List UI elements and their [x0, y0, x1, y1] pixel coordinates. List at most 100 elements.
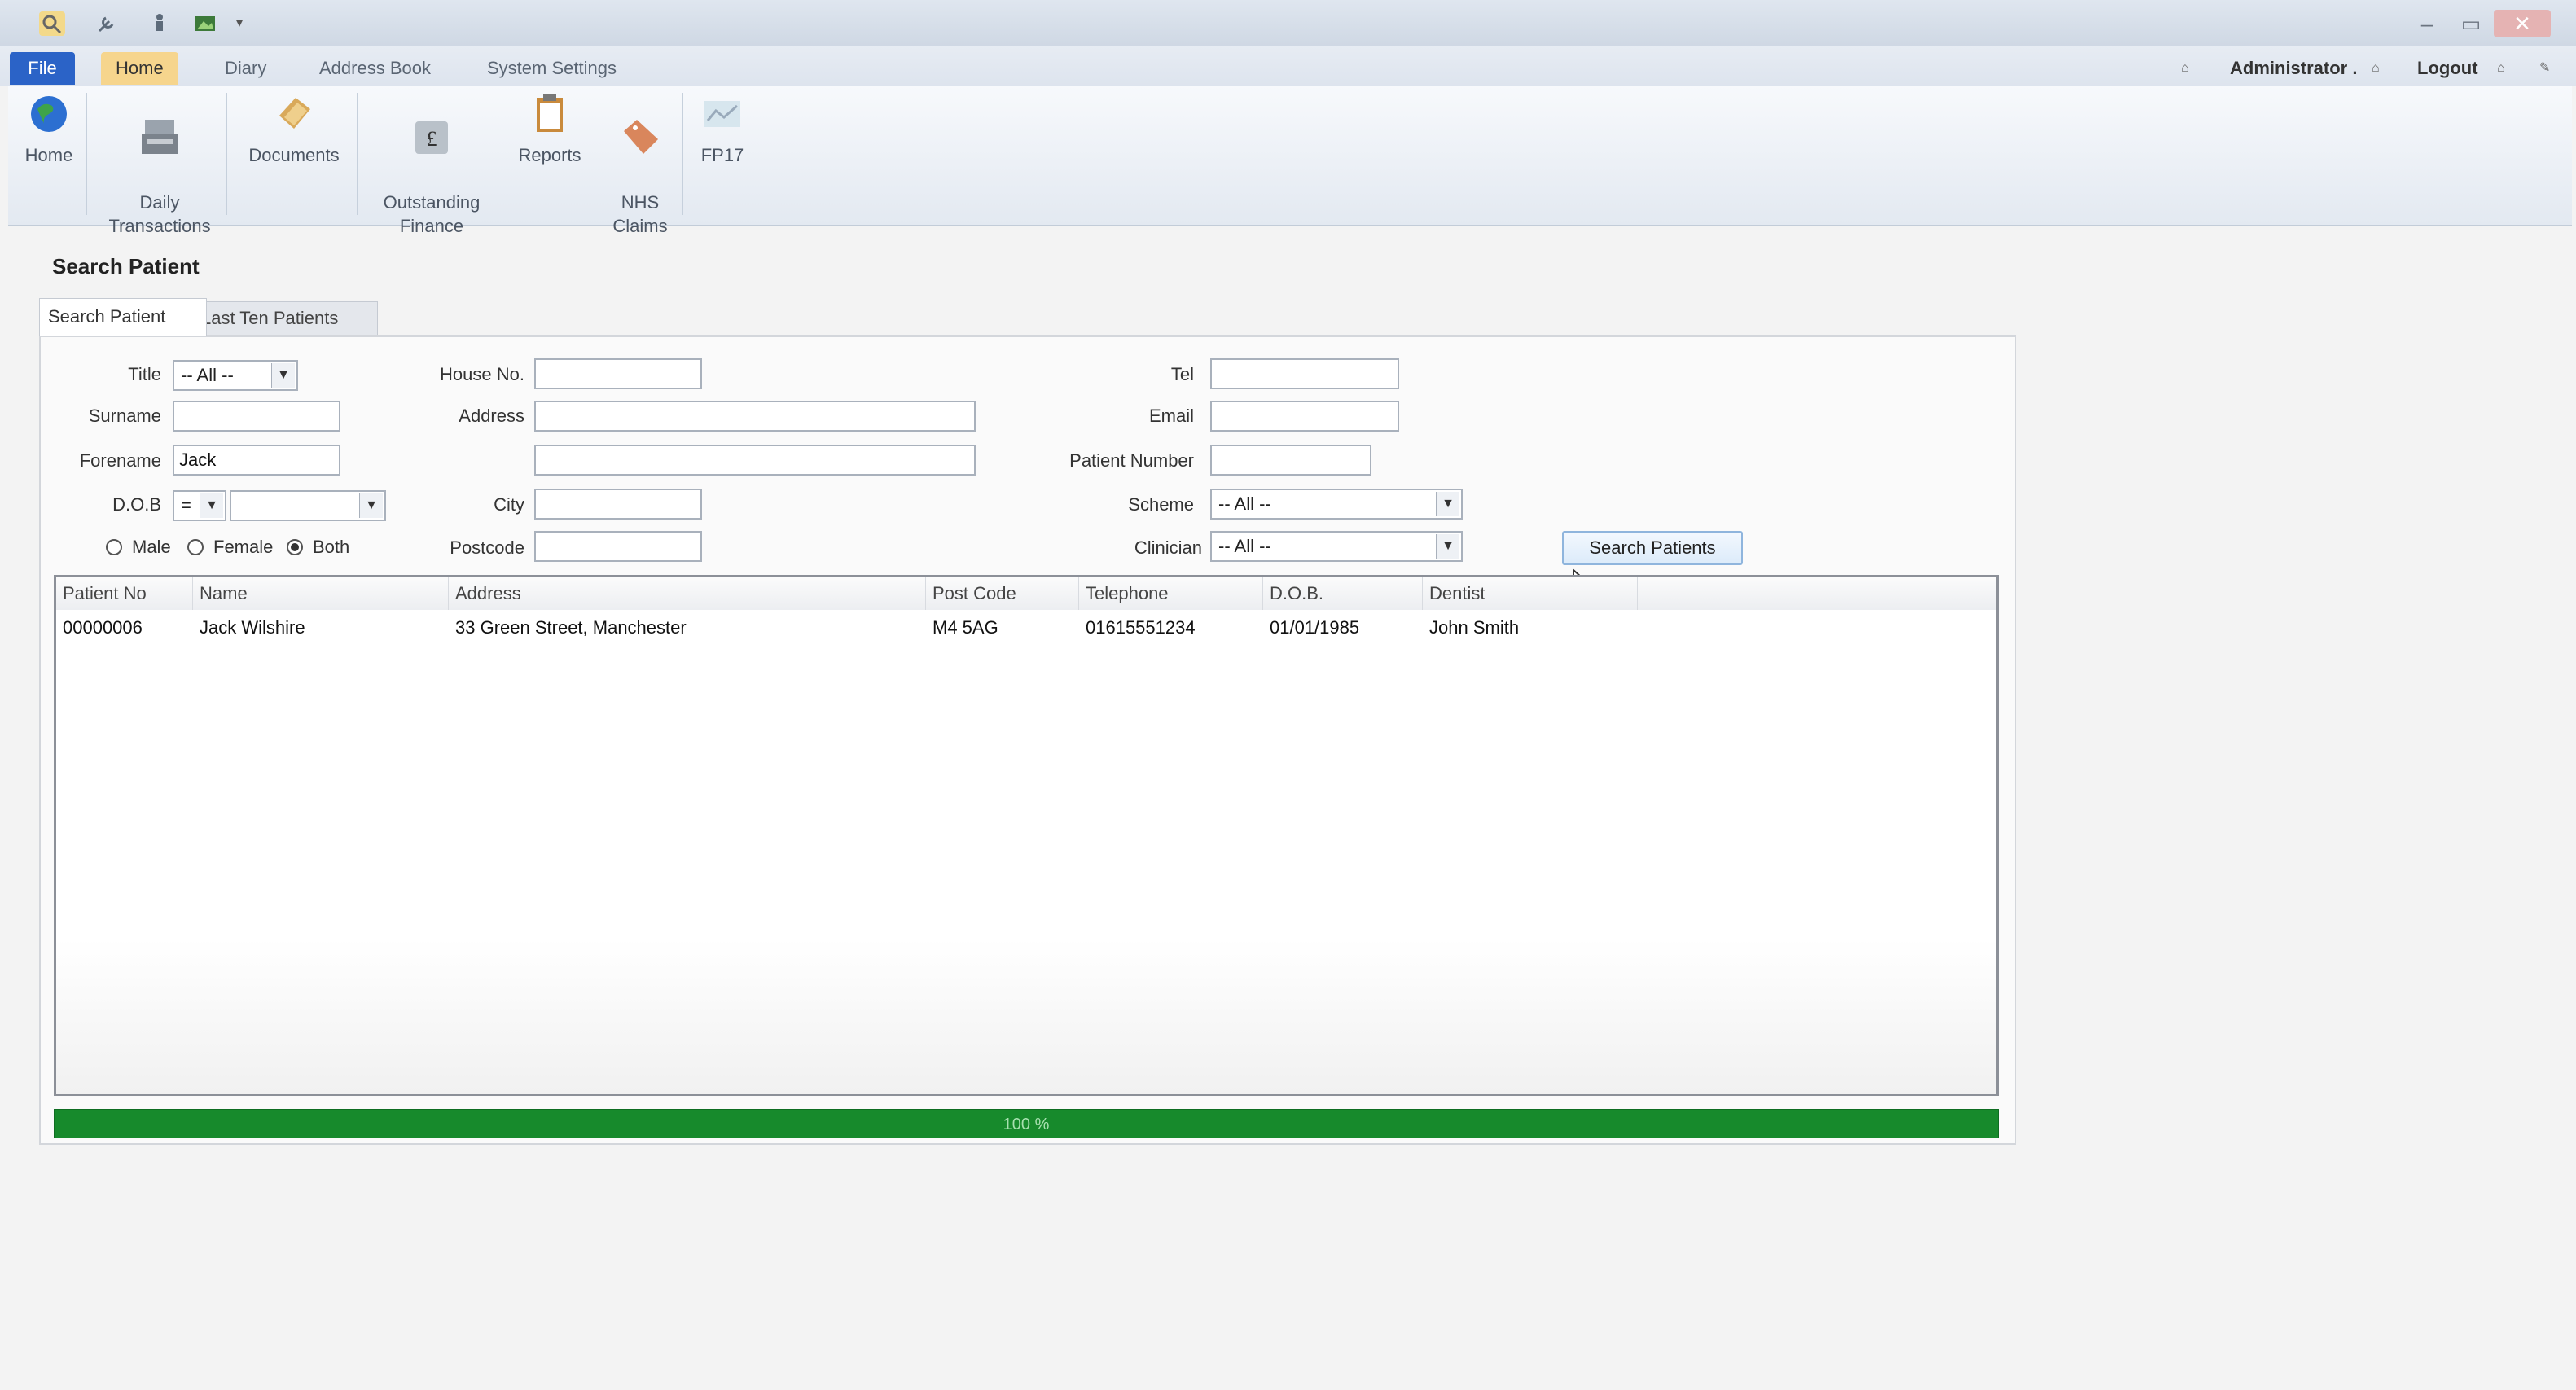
tel-label: Tel [1170, 364, 1194, 384]
ribbon-nhs-claims-button[interactable]: NHS Claims [599, 91, 681, 238]
user-menu[interactable]: Administrator . [2230, 52, 2357, 85]
results-grid[interactable]: Patient No Name Address Post Code Teleph… [54, 575, 1999, 1096]
person-icon[interactable] [147, 11, 173, 36]
ribbon-reports-button[interactable]: Reports [505, 91, 595, 167]
page-title: Search Patient [52, 254, 200, 278]
cell-dentist: John Smith [1429, 617, 1520, 638]
ribbon-separator [226, 93, 227, 215]
chevron-down-icon[interactable]: ▼ [1436, 534, 1459, 559]
title-select[interactable]: -- All -- ▼ [173, 360, 298, 391]
ribbon-label-nhs-claims: NHS Claims [612, 192, 668, 236]
ribbon-tab-bar: File Home Diary Address Book System Sett… [0, 46, 2576, 86]
surname-input[interactable] [173, 401, 340, 432]
search-patients-button[interactable]: Search Patients [1562, 531, 1743, 565]
title-label: Title [128, 364, 161, 384]
tab-address-book[interactable]: Address Book [305, 52, 445, 85]
picture-icon[interactable] [192, 11, 218, 36]
column-header-address[interactable]: Address [449, 577, 926, 610]
scheme-select[interactable]: -- All -- ▼ [1210, 489, 1463, 520]
globe-icon [31, 96, 67, 132]
tab-file[interactable]: File [10, 52, 75, 85]
ribbon-fp17-button[interactable]: FP17 [686, 91, 759, 167]
column-header-name[interactable]: Name [193, 577, 449, 610]
address-label: Address [459, 406, 524, 426]
clipboard-icon [537, 94, 563, 132]
scheme-label: Scheme [1128, 494, 1194, 515]
tools-icon[interactable] [94, 11, 121, 36]
gender-both-label: Both [313, 537, 350, 557]
column-header-telephone[interactable]: Telephone [1079, 577, 1263, 610]
logout-menu[interactable]: Logout [2417, 52, 2478, 85]
column-header-dob[interactable]: D.O.B. [1263, 577, 1423, 610]
ribbon-separator [682, 93, 683, 215]
tab-home[interactable]: Home [101, 52, 178, 85]
clinician-label: Clinician [1134, 537, 1202, 558]
ribbon-separator [357, 93, 358, 215]
gender-female-radio[interactable] [187, 539, 204, 555]
documents-icon [279, 98, 310, 129]
user-menu-arrow-icon[interactable]: ⌂ [2372, 52, 2380, 85]
column-header-filler [1638, 577, 1996, 610]
scheme-select-value: -- All -- [1218, 493, 1271, 514]
tab-last-ten-patients[interactable]: Last Ten Patients [192, 301, 378, 335]
address-line2-input[interactable] [534, 445, 976, 476]
postcode-label: Postcode [450, 537, 524, 558]
clinician-select[interactable]: -- All -- ▼ [1210, 531, 1463, 562]
cell-patient-no: 00000006 [63, 617, 143, 638]
tab-search-patient[interactable]: Search Patient [39, 298, 207, 336]
city-label: City [494, 494, 524, 515]
gender-both-radio[interactable] [287, 539, 303, 555]
postcode-input[interactable] [534, 531, 702, 562]
patient-number-input[interactable] [1210, 445, 1371, 476]
cell-post-code: M4 5AG [933, 617, 998, 638]
pin-icon[interactable]: ✎ [2539, 52, 2550, 85]
dob-date-picker[interactable]: ▼ [230, 490, 386, 521]
ribbon-daily-transactions-button[interactable]: Daily Transactions [94, 91, 225, 238]
column-header-post-code[interactable]: Post Code [926, 577, 1079, 610]
forename-input[interactable]: Jack [173, 445, 340, 476]
gender-female-label: Female [213, 537, 274, 557]
minimize-button[interactable]: – [2406, 10, 2448, 37]
dob-operator-value: = [181, 495, 191, 515]
tab-system-settings[interactable]: System Settings [472, 52, 631, 85]
house-no-label: House No. [440, 364, 524, 384]
address-line1-input[interactable] [534, 401, 976, 432]
tag-icon [624, 120, 658, 154]
column-header-dentist[interactable]: Dentist [1423, 577, 1638, 610]
pound-icon: £ [415, 121, 448, 154]
search-icon[interactable] [39, 11, 65, 36]
cash-register-icon [142, 120, 178, 154]
dob-operator-select[interactable]: = ▼ [173, 490, 226, 521]
gender-male-label: Male [132, 537, 171, 557]
house-no-input[interactable] [534, 358, 702, 389]
forename-label: Forename [79, 450, 161, 471]
chevron-down-icon[interactable]: ▼ [200, 493, 223, 518]
ribbon-home-button[interactable]: Home [13, 91, 85, 167]
chevron-down-icon[interactable]: ▼ [271, 363, 295, 388]
ribbon-documents-button[interactable]: Documents [233, 91, 355, 167]
tab-diary[interactable]: Diary [210, 52, 281, 85]
progress-bar: 100 % [54, 1109, 1999, 1138]
column-header-patient-no[interactable]: Patient No [56, 577, 193, 610]
surname-label: Surname [88, 406, 161, 426]
gender-male-radio[interactable] [106, 539, 122, 555]
collapse-arrow-icon[interactable]: ⌂ [2181, 52, 2189, 85]
patient-number-label: Patient Number [1069, 450, 1194, 471]
svg-text:£: £ [427, 127, 437, 151]
logout-arrow-icon[interactable]: ⌂ [2497, 52, 2505, 85]
title-select-value: -- All -- [181, 365, 234, 385]
ribbon-separator [86, 93, 87, 215]
close-button[interactable]: ✕ [2494, 10, 2551, 37]
email-input[interactable] [1210, 401, 1399, 432]
restore-button[interactable]: ▭ [2450, 10, 2492, 37]
ribbon-outstanding-finance-button[interactable]: £ Outstanding Finance [362, 91, 502, 238]
chevron-down-icon[interactable]: ▼ [1436, 492, 1459, 516]
ribbon-label-documents: Documents [248, 145, 340, 165]
chevron-down-icon[interactable]: ▼ [359, 493, 383, 518]
ribbon-label-home: Home [24, 145, 73, 165]
email-label: Email [1148, 406, 1194, 426]
dob-label: D.O.B [112, 494, 161, 515]
quick-access-menu-icon[interactable]: ▾ [236, 15, 243, 31]
city-input[interactable] [534, 489, 702, 520]
tel-input[interactable] [1210, 358, 1399, 389]
